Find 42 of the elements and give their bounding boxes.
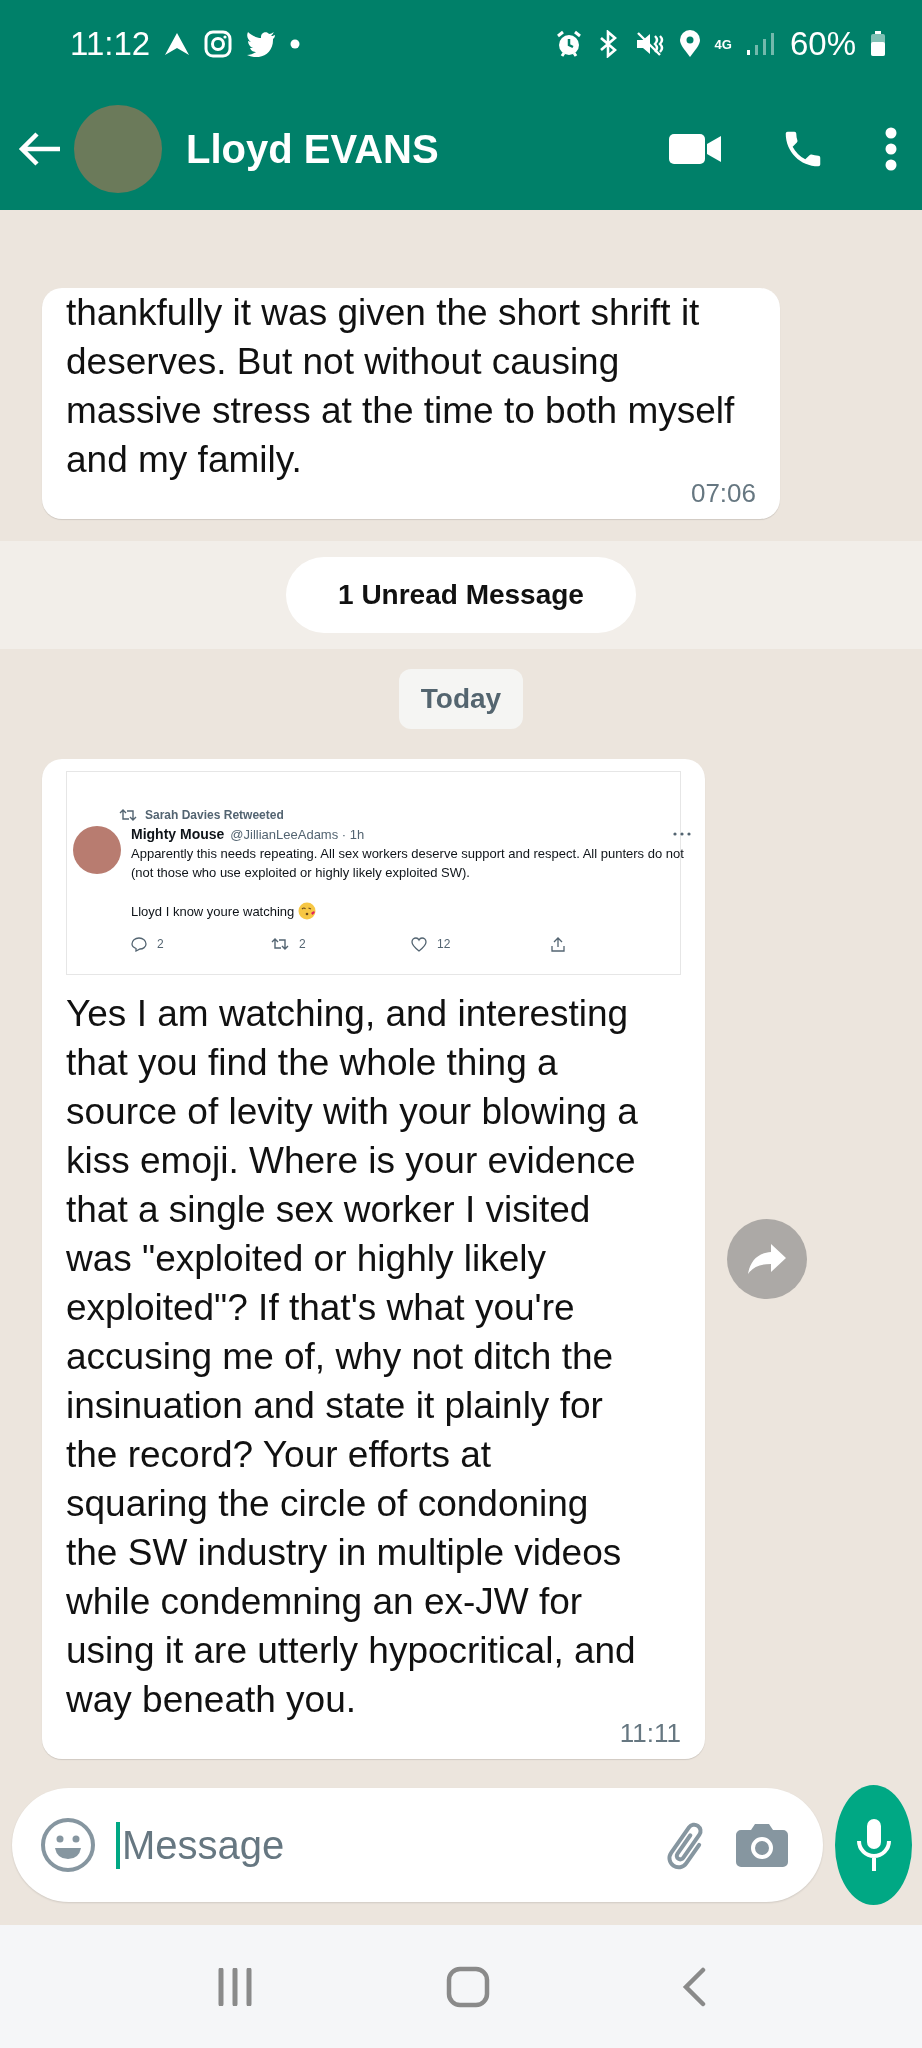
message-input-field[interactable]: Message <box>12 1788 823 1902</box>
reply-count: 2 <box>157 937 164 951</box>
contact-name[interactable]: Lloyd EVANS <box>186 126 439 172</box>
bird-icon <box>246 31 277 57</box>
notification-dot-icon <box>290 39 301 49</box>
retweet-label: Sarah Davies Retweeted <box>145 808 284 822</box>
back-icon[interactable] <box>680 1966 707 2007</box>
kiss-face-icon <box>298 902 317 920</box>
camera-outline-icon <box>204 30 233 58</box>
battery-percent: 60% <box>789 25 856 63</box>
date-chip: Today <box>398 669 524 729</box>
message-input-text[interactable]: Message <box>116 1821 639 1869</box>
more-icon <box>673 832 691 836</box>
reply-icon <box>131 936 147 952</box>
status-time: 11:12 <box>70 25 151 63</box>
more-options-icon[interactable] <box>884 127 898 171</box>
location-icon <box>678 30 701 58</box>
tweet-text: Lloyd I know youre watching <box>131 903 295 919</box>
retweet-icon <box>119 809 137 821</box>
share-icon <box>551 936 565 952</box>
navigation-arrow-icon <box>164 32 191 56</box>
back-arrow-icon[interactable] <box>18 131 62 167</box>
tweet-author: Mighty Mouse <box>131 826 225 842</box>
battery-icon <box>870 31 886 57</box>
retweet-count: 2 <box>299 937 306 951</box>
alarm-icon <box>554 30 583 58</box>
forward-icon <box>747 1242 787 1276</box>
tweet-handle: @JillianLeeAdams · 1h <box>230 826 365 842</box>
unread-banner: 1 Unread Message <box>286 557 636 633</box>
mute-icon <box>634 30 665 58</box>
network-type: 4G <box>714 37 732 51</box>
signal-icon <box>745 32 776 56</box>
like-count: 12 <box>437 937 451 951</box>
avatar-photo-placeholder <box>73 826 121 874</box>
tweet-text: Apparently this needs repeating. All sex workers deserve support and respect. All punters do not (not those who use exploited or highly likely exploited SW). <box>131 845 685 882</box>
retweet-icon <box>271 938 289 950</box>
video-call-icon[interactable] <box>668 131 722 167</box>
home-icon[interactable] <box>446 1965 490 2008</box>
microphone-icon <box>855 1817 892 1873</box>
camera-icon[interactable] <box>735 1822 789 1868</box>
emoji-icon[interactable] <box>40 1817 96 1873</box>
heart-icon <box>411 936 427 952</box>
